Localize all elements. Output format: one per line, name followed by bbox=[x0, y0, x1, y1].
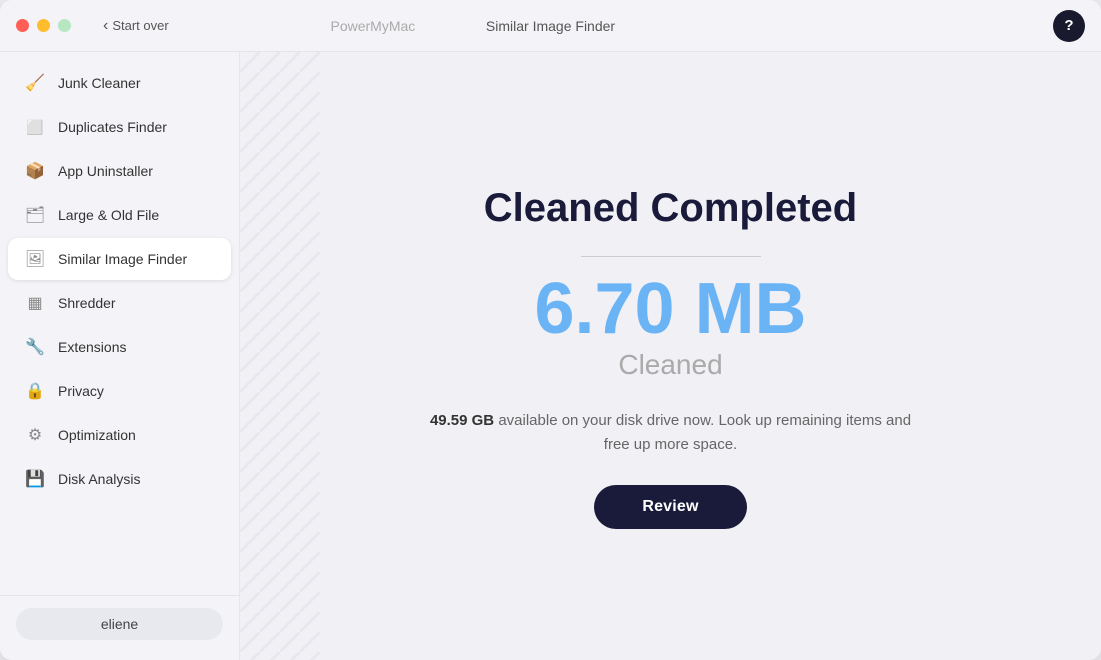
sidebar-item-junk-cleaner[interactable]: Junk Cleaner bbox=[8, 62, 231, 104]
sidebar-item-similar-image-finder[interactable]: Similar Image Finder bbox=[8, 238, 231, 280]
sidebar-item-privacy[interactable]: Privacy bbox=[8, 370, 231, 412]
sidebar-label-app-uninstaller: App Uninstaller bbox=[58, 163, 153, 179]
page-title: Similar Image Finder bbox=[486, 18, 615, 34]
app-name-label: PowerMyMac bbox=[331, 18, 416, 34]
cleaned-label: Cleaned bbox=[421, 349, 921, 381]
disk-info: 49.59 GB available on your disk drive no… bbox=[421, 409, 921, 457]
disk-size: 49.59 GB bbox=[430, 412, 494, 429]
help-button[interactable]: ? bbox=[1053, 10, 1085, 42]
sidebar-items: Junk Cleaner Duplicates Finder App Uninsta… bbox=[0, 60, 239, 595]
optimization-icon bbox=[24, 424, 46, 446]
main-layout: Junk Cleaner Duplicates Finder App Uninsta… bbox=[0, 52, 1101, 660]
cleaned-size: 6.70 MB bbox=[421, 273, 921, 345]
titlebar: PowerMyMac ‹ Start over Similar Image Fi… bbox=[0, 0, 1101, 52]
close-button[interactable] bbox=[16, 19, 29, 32]
sidebar-label-extensions: Extensions bbox=[58, 339, 126, 355]
sidebar-item-app-uninstaller[interactable]: App Uninstaller bbox=[8, 150, 231, 192]
sidebar-label-similar-image-finder: Similar Image Finder bbox=[58, 251, 187, 267]
image-icon bbox=[24, 248, 46, 270]
shredder-icon bbox=[24, 292, 46, 314]
sidebar: Junk Cleaner Duplicates Finder App Uninsta… bbox=[0, 52, 240, 660]
sidebar-label-duplicates-finder: Duplicates Finder bbox=[58, 119, 167, 135]
sidebar-label-optimization: Optimization bbox=[58, 427, 136, 443]
sidebar-footer: eliene bbox=[0, 595, 239, 652]
help-icon: ? bbox=[1064, 17, 1073, 34]
result-container: Cleaned Completed 6.70 MB Cleaned 49.59 … bbox=[421, 184, 921, 529]
sidebar-item-optimization[interactable]: Optimization bbox=[8, 414, 231, 456]
sidebar-item-large-old-file[interactable]: Large & Old File bbox=[8, 194, 231, 236]
privacy-icon bbox=[24, 380, 46, 402]
sidebar-item-duplicates-finder[interactable]: Duplicates Finder bbox=[8, 106, 231, 148]
sidebar-item-shredder[interactable]: Shredder bbox=[8, 282, 231, 324]
content-area: Cleaned Completed 6.70 MB Cleaned 49.59 … bbox=[240, 52, 1101, 660]
sidebar-item-disk-analysis[interactable]: Disk Analysis bbox=[8, 458, 231, 500]
traffic-lights bbox=[16, 19, 71, 32]
sidebar-label-disk-analysis: Disk Analysis bbox=[58, 471, 140, 487]
uninstaller-icon bbox=[24, 160, 46, 182]
divider bbox=[581, 256, 761, 257]
sidebar-label-junk-cleaner: Junk Cleaner bbox=[58, 75, 141, 91]
junk-icon bbox=[24, 72, 46, 94]
minimize-button[interactable] bbox=[37, 19, 50, 32]
large-file-icon bbox=[24, 204, 46, 226]
chevron-left-icon: ‹ bbox=[103, 17, 108, 35]
extensions-icon bbox=[24, 336, 46, 358]
user-pill[interactable]: eliene bbox=[16, 608, 223, 640]
disk-icon bbox=[24, 468, 46, 490]
review-button[interactable]: Review bbox=[594, 485, 746, 529]
disk-info-text: available on your disk drive now. Look u… bbox=[494, 412, 911, 453]
start-over-label: Start over bbox=[112, 18, 168, 33]
sidebar-label-privacy: Privacy bbox=[58, 383, 104, 399]
start-over-button[interactable]: ‹ Start over bbox=[103, 17, 169, 35]
maximize-button[interactable] bbox=[58, 19, 71, 32]
user-name: eliene bbox=[101, 616, 138, 632]
app-window: PowerMyMac ‹ Start over Similar Image Fi… bbox=[0, 0, 1101, 660]
sidebar-label-large-old-file: Large & Old File bbox=[58, 207, 159, 223]
duplicates-icon bbox=[24, 116, 46, 138]
sidebar-item-extensions[interactable]: Extensions bbox=[8, 326, 231, 368]
sidebar-label-shredder: Shredder bbox=[58, 295, 116, 311]
result-title: Cleaned Completed bbox=[421, 184, 921, 232]
